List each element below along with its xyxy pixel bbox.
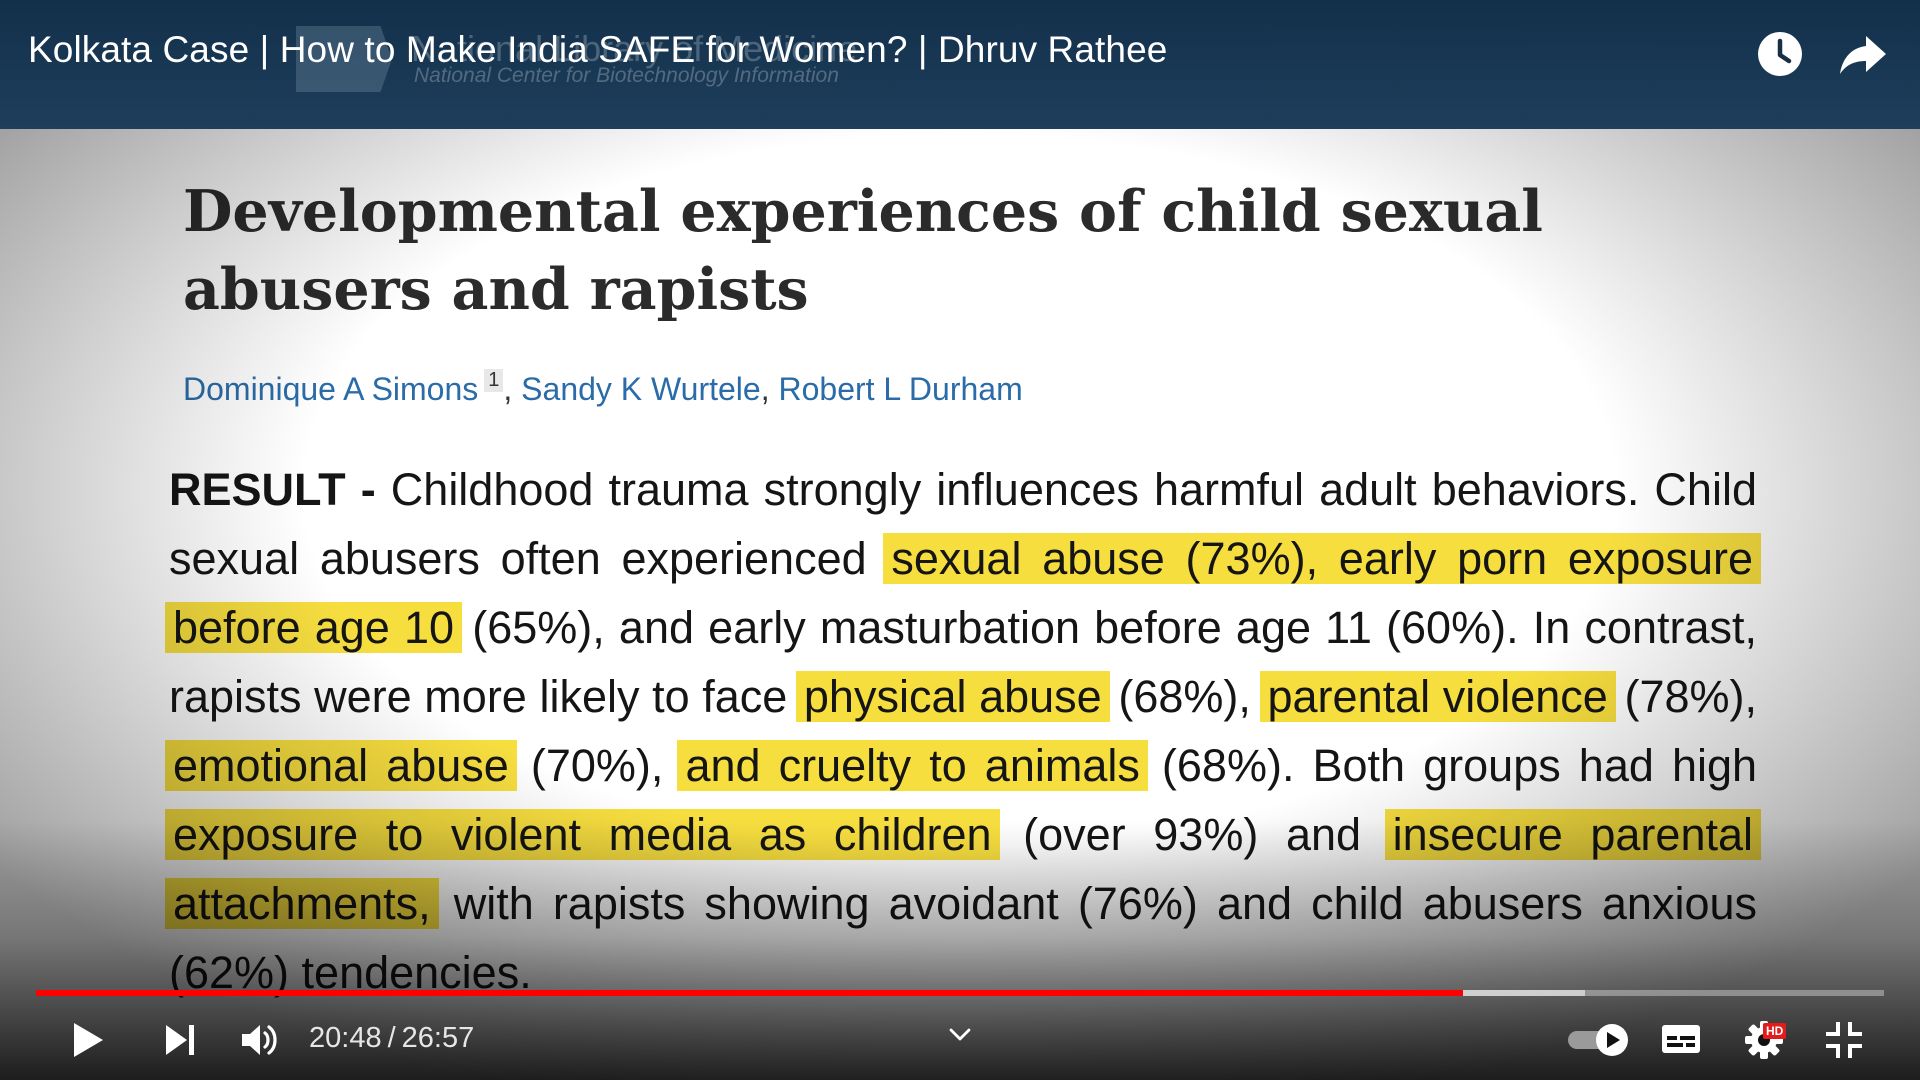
video-top-banner: National Library of Medicine National Ce… <box>0 0 1920 129</box>
video-frame[interactable]: Developmental experiences of child sexua… <box>0 129 1920 1080</box>
autoplay-toggle-icon[interactable] <box>1566 1022 1630 1058</box>
result-text: (over 93%) and <box>995 809 1389 860</box>
chevron-down-icon[interactable] <box>948 1027 972 1043</box>
author-link[interactable]: Sandy K Wurtele <box>521 371 761 407</box>
highlighted-text: emotional abuse <box>165 740 517 791</box>
time-display: 20:48/26:57 <box>309 1022 474 1055</box>
result-label: RESULT - <box>169 464 376 515</box>
played-progress <box>36 990 1463 996</box>
exit-fullscreen-icon[interactable] <box>1826 1022 1862 1058</box>
result-text: (78%), <box>1611 671 1757 722</box>
author-link[interactable]: Dominique A Simons <box>183 371 478 407</box>
highlighted-text: physical abuse <box>795 671 1110 722</box>
author-list: Dominique A Simons 1, Sandy K Wurtele, Ro… <box>183 369 1023 407</box>
result-paragraph: RESULT - Childhood trauma strongly influ… <box>165 455 1762 1007</box>
clock-icon[interactable] <box>1756 30 1804 78</box>
share-arrow-icon[interactable] <box>1838 30 1888 78</box>
video-title[interactable]: Kolkata Case | How to Make India SAFE fo… <box>28 29 1167 71</box>
highlighted-text: and cruelty to animals <box>677 740 1148 791</box>
current-time: 20:48 <box>309 1022 382 1054</box>
hd-badge: HD <box>1763 1023 1787 1039</box>
result-text: (68%). Both groups had high <box>1143 740 1758 791</box>
result-text: (68%), <box>1105 671 1264 722</box>
author-link[interactable]: Robert L Durham <box>778 371 1022 407</box>
volume-icon[interactable] <box>240 1022 280 1058</box>
paper-title: Developmental experiences of child sexua… <box>183 178 1543 323</box>
subtitles-icon[interactable] <box>1660 1022 1702 1056</box>
highlighted-text: parental violence <box>1259 671 1616 722</box>
progress-bar[interactable] <box>36 990 1884 996</box>
highlighted-text: exposure to violent media as children <box>165 809 1000 860</box>
affiliation-marker[interactable]: 1 <box>484 369 504 392</box>
next-icon[interactable] <box>163 1022 197 1058</box>
time-separator: / <box>387 1022 396 1054</box>
result-text: (70%), <box>512 740 682 791</box>
play-icon[interactable] <box>70 1020 106 1060</box>
duration: 26:57 <box>401 1022 475 1054</box>
